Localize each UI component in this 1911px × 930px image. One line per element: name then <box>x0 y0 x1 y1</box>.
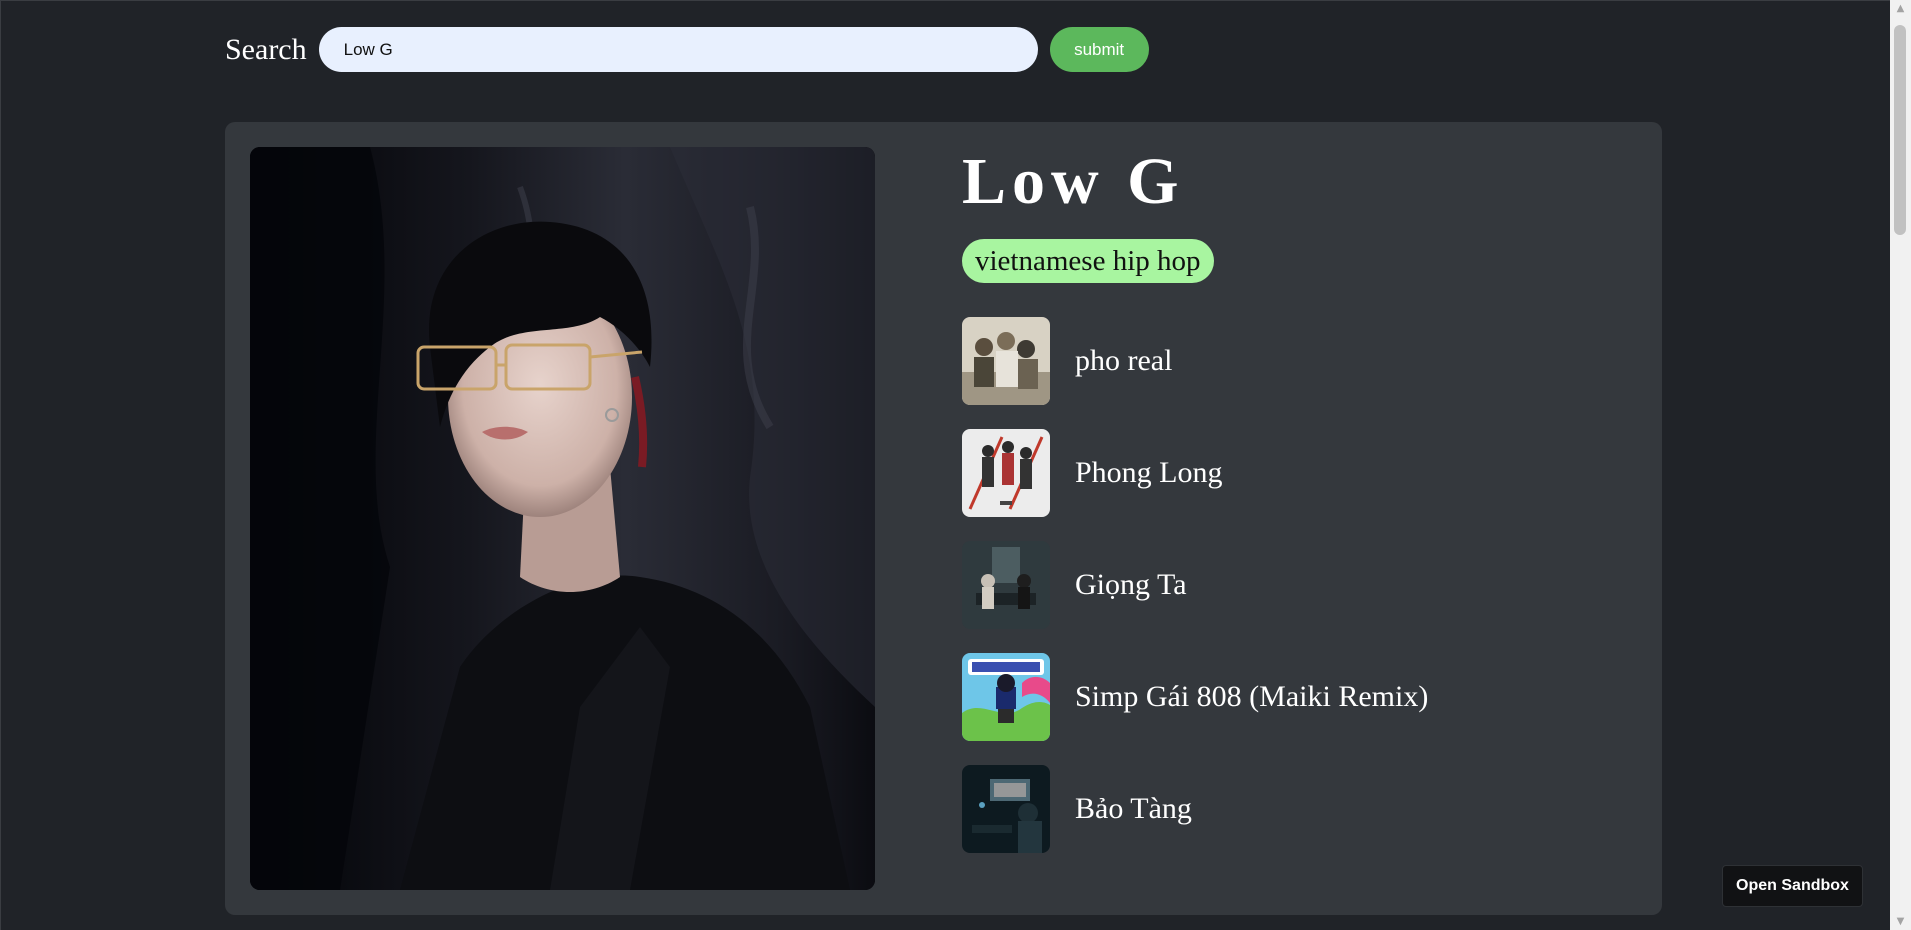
scroll-up-arrow-icon[interactable]: ▲ <box>1890 0 1911 17</box>
scrollbar-thumb[interactable] <box>1894 25 1906 235</box>
track-item[interactable]: pho real <box>962 317 1428 405</box>
track-item[interactable]: Phong Long <box>962 429 1428 517</box>
search-input[interactable] <box>318 27 1038 72</box>
track-title: pho real <box>1075 344 1173 377</box>
scroll-down-arrow-icon[interactable]: ▼ <box>1890 913 1911 930</box>
track-list: pho real Phong Long Giọng Ta Simp Gái 80… <box>962 317 1428 853</box>
track-title: Phong Long <box>1075 456 1223 489</box>
page: Search submit <box>0 0 1890 930</box>
search-form: Search submit <box>225 27 1149 72</box>
submit-button[interactable]: submit <box>1049 27 1149 72</box>
open-sandbox-button[interactable]: Open Sandbox <box>1722 865 1863 907</box>
track-item[interactable]: Bảo Tàng <box>962 765 1428 853</box>
track-cover-image <box>962 765 1050 853</box>
artist-info: Low G vietnamese hip hop pho real Phong … <box>962 147 1428 877</box>
track-title: Giọng Ta <box>1075 568 1187 601</box>
track-title: Simp Gái 808 (Maiki Remix) <box>1075 680 1429 713</box>
track-item[interactable]: Simp Gái 808 (Maiki Remix) <box>962 653 1428 741</box>
track-cover-image <box>962 429 1050 517</box>
track-cover-image <box>962 541 1050 629</box>
genre-tag: vietnamese hip hop <box>962 239 1214 283</box>
track-cover-image <box>962 653 1050 741</box>
vertical-scrollbar[interactable]: ▲ ▼ <box>1890 0 1911 930</box>
track-item[interactable]: Giọng Ta <box>962 541 1428 629</box>
track-cover-image <box>962 317 1050 405</box>
artist-card: Low G vietnamese hip hop pho real Phong … <box>225 122 1662 915</box>
track-title: Bảo Tàng <box>1075 792 1192 825</box>
search-label: Search <box>225 33 307 66</box>
artist-photo-image <box>250 147 875 890</box>
artist-photo <box>250 147 875 890</box>
artist-name: Low G <box>962 145 1185 218</box>
